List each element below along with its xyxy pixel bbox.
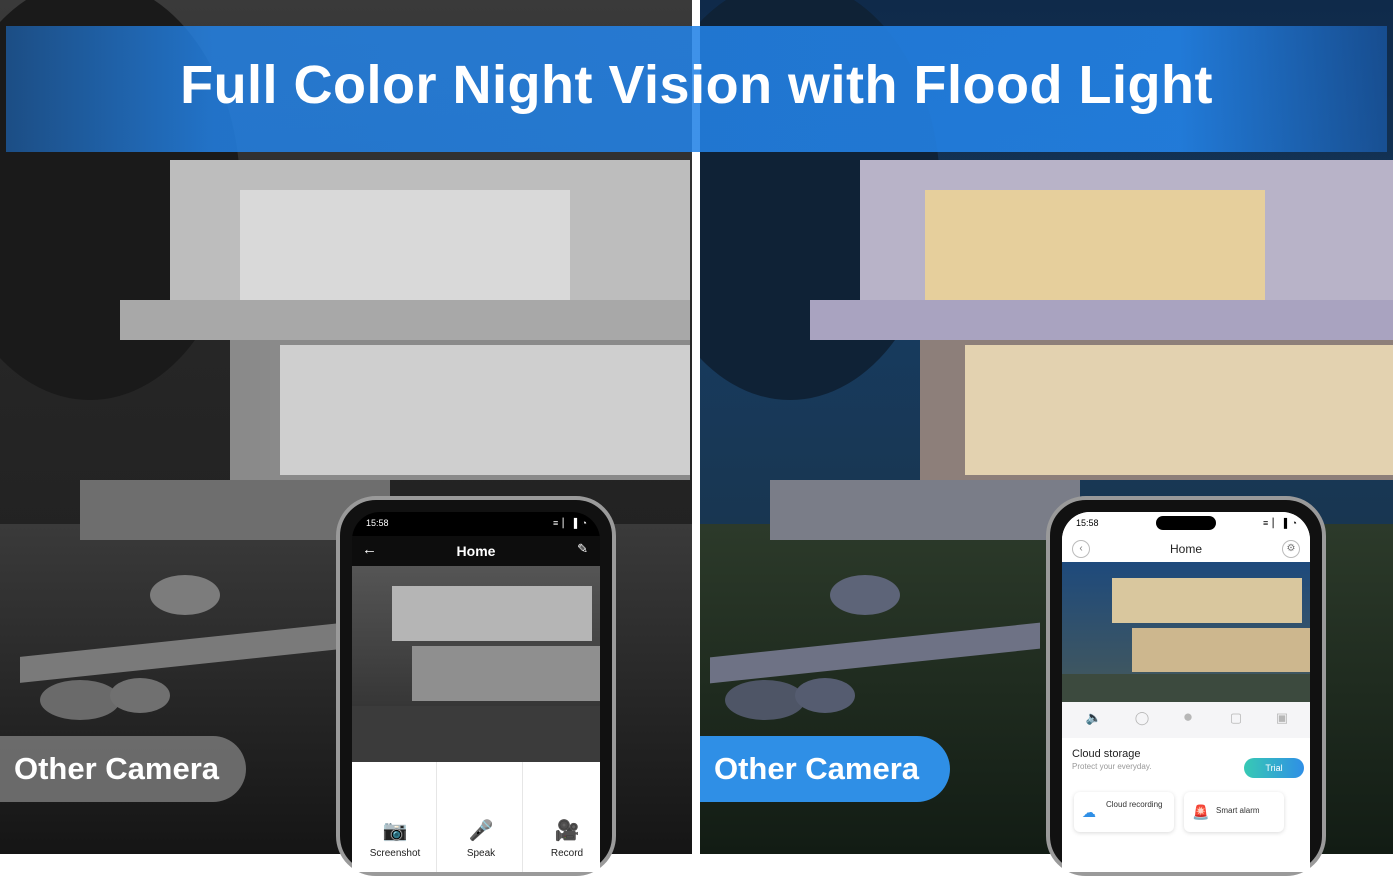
feed-house-lower <box>412 646 600 701</box>
status-icons: ≡ ▏▐ ◔ <box>1263 518 1298 528</box>
control-panel: 📷 Screenshot 🎤 Speak 🎥 Record <box>352 762 600 872</box>
cloud-storage-subtitle: Protect your everyday. <box>1072 762 1152 771</box>
smart-alarm-card[interactable]: 🚨 Smart alarm <box>1184 792 1284 832</box>
phone-screen-right: 15:58 ≡ ▏▐ ◔ ‹ Home ⚙ 🔈 ◯ ● ▢ ▣ Cloud st… <box>1062 512 1310 872</box>
camera-notch <box>446 516 506 530</box>
screenshot-button[interactable]: 📷 Screenshot <box>352 818 438 859</box>
app-header: ← Home ✎ <box>352 536 600 566</box>
balcony-slab <box>120 300 690 340</box>
feed-toolbar: 🔈 ◯ ● ▢ ▣ <box>1062 702 1310 738</box>
microphone-icon[interactable]: ● <box>1178 707 1198 727</box>
other-camera-label-right: Other Camera <box>700 736 950 802</box>
status-bar: 15:58 ≡ ▏▐ ◔ <box>1062 512 1310 536</box>
rock <box>830 575 900 615</box>
cloud-recording-card[interactable]: ☁ Cloud recording <box>1074 792 1174 832</box>
video-icon: 🎥 <box>554 820 580 842</box>
status-time: 15:58 <box>366 518 389 528</box>
rock <box>150 575 220 615</box>
lower-window <box>280 345 690 475</box>
fullscreen-icon[interactable]: ▣ <box>1272 710 1292 726</box>
settings-icon[interactable]: ⚙ <box>1282 540 1300 558</box>
garden-wall <box>770 480 1080 540</box>
camera-icon[interactable]: ◯ <box>1132 710 1152 726</box>
alarm-icon: 🚨 <box>1192 804 1210 820</box>
balcony-slab <box>810 300 1393 340</box>
other-camera-label-left: Other Camera <box>0 736 246 802</box>
phone-mockup-right: 15:58 ≡ ▏▐ ◔ ‹ Home ⚙ 🔈 ◯ ● ▢ ▣ Cloud st… <box>1046 496 1326 876</box>
feed-ground <box>1062 674 1310 702</box>
pencil-icon[interactable]: ✎ <box>577 541 588 557</box>
feed-house-upper <box>392 586 592 641</box>
cloud-storage-title: Cloud storage <box>1072 748 1141 760</box>
app-title: Home <box>456 543 496 559</box>
phone-screen-left: 15:58 ≡ ▏▐ ◔ ← Home ✎ 📷 Screenshot 🎤 Spe… <box>352 512 600 872</box>
feed-ground <box>352 706 600 762</box>
status-time: 15:58 <box>1076 518 1099 528</box>
rock <box>795 678 855 713</box>
app-title: Home <box>1169 542 1202 556</box>
upper-window <box>925 190 1265 315</box>
video-icon[interactable]: ▢ <box>1226 710 1246 726</box>
cloud-icon: ☁ <box>1082 804 1096 820</box>
upper-window <box>240 190 570 315</box>
microphone-icon: 🎤 <box>468 820 494 842</box>
rock <box>110 678 170 713</box>
feed-house-upper <box>1112 578 1302 623</box>
status-icons: ≡ ▏▐ ◔ <box>553 518 588 528</box>
camera-feed[interactable] <box>352 566 600 762</box>
feed-house-lower <box>1132 628 1310 672</box>
phone-mockup-left: 15:58 ≡ ▏▐ ◔ ← Home ✎ 📷 Screenshot 🎤 Spe… <box>336 496 616 876</box>
cloud-recording-label: Cloud recording <box>1106 800 1163 809</box>
app-header: ‹ Home ⚙ <box>1062 536 1310 562</box>
rock <box>40 680 120 720</box>
camera-icon: 📷 <box>382 820 408 842</box>
cloud-storage-section: Cloud storage Protect your everyday. <box>1072 748 1151 771</box>
banner-title: Full Color Night Vision with Flood Light <box>180 55 1213 115</box>
lower-window <box>965 345 1393 475</box>
camera-notch <box>1156 516 1216 530</box>
trial-button[interactable]: Trial <box>1244 758 1304 778</box>
speak-button[interactable]: 🎤 Speak <box>438 818 524 859</box>
rock <box>725 680 805 720</box>
record-button[interactable]: 🎥 Record <box>524 818 600 859</box>
speaker-icon[interactable]: 🔈 <box>1084 710 1104 726</box>
smart-alarm-label: Smart alarm <box>1216 806 1260 815</box>
camera-feed[interactable] <box>1062 562 1310 702</box>
status-bar: 15:58 ≡ ▏▐ ◔ <box>352 512 600 536</box>
